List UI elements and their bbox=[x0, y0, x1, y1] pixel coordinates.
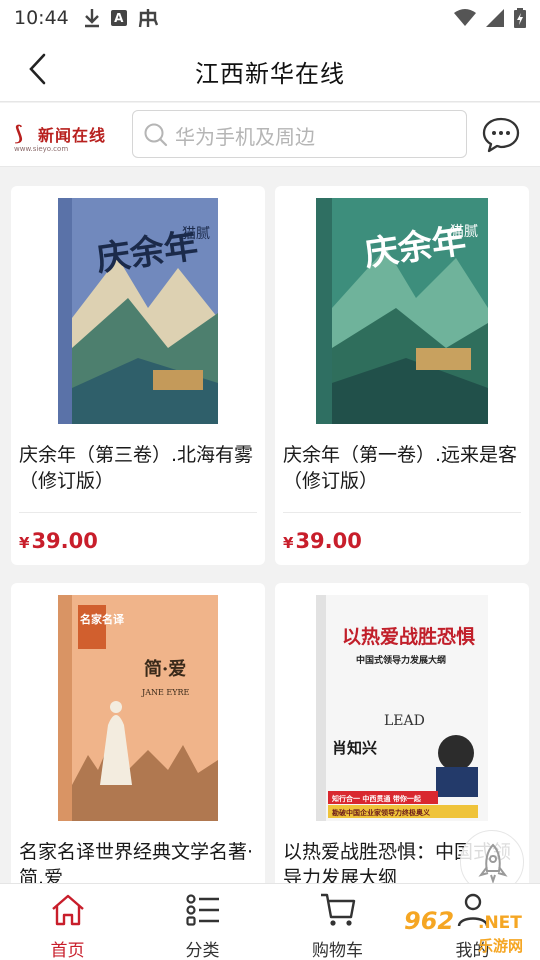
nav-label: 首页 bbox=[50, 941, 85, 960]
chat-bubble-icon bbox=[482, 117, 520, 153]
watermark-number: 962 bbox=[404, 907, 455, 935]
cover-author: JANE EYRE bbox=[141, 688, 190, 697]
battery-icon bbox=[514, 8, 526, 28]
product-card[interactable]: 庆余年 猫腻 庆余年（第一卷）.远来是客（修订版） ¥39.00 bbox=[275, 186, 529, 565]
nav-item-home[interactable]: 首页 bbox=[0, 884, 135, 960]
logo[interactable]: ⟆ 新闻在线 www.sieyo.com bbox=[14, 119, 112, 155]
page-title: 江西新华在线 bbox=[195, 60, 345, 88]
wifi-icon bbox=[454, 9, 476, 26]
product-card[interactable]: 名家名译 简·爱 JANE EYRE 名家名译世界经典文学名著·简.爱 bbox=[11, 583, 265, 883]
a-box-icon: A bbox=[110, 10, 127, 26]
product-image: 庆余年 猫腻 bbox=[275, 186, 529, 436]
nav-item-cart[interactable]: 购物车 bbox=[270, 884, 405, 960]
app-icon bbox=[138, 9, 158, 28]
book-cover-qingyunian-1: 庆余年 猫腻 bbox=[316, 198, 488, 424]
cart-icon bbox=[320, 893, 355, 926]
product-title: 庆余年（第三卷）.北海有雾（修订版） bbox=[19, 444, 254, 492]
watermark-name: 乐游网 bbox=[478, 937, 524, 955]
book-cover-leadership: 以热爱战胜恐惧 中国式领导力发展大纲 LEAD 肖知兴 知行合一 中西贯通 带你… bbox=[316, 595, 488, 821]
cover-title: 简·爱 bbox=[144, 658, 186, 680]
product-grid: 庆余年 猫腻 庆余年（第三卷）.北海有雾（修订版） ¥39.00 庆余年 猫腻 … bbox=[0, 167, 540, 883]
book-cover-qingyunian-3: 庆余年 猫腻 bbox=[58, 198, 218, 424]
download-icon bbox=[84, 9, 99, 28]
product-image: 名家名译 简·爱 JANE EYRE bbox=[11, 583, 265, 833]
search-row: ⟆ 新闻在线 www.sieyo.com 华为手机及周边 bbox=[0, 103, 540, 167]
nav-item-category[interactable]: 分类 bbox=[135, 884, 270, 960]
search-input[interactable]: 华为手机及周边 bbox=[132, 110, 467, 158]
watermark-domain: .NET bbox=[478, 913, 522, 933]
status-icons-right bbox=[454, 8, 526, 28]
product-image: 庆余年 猫腻 bbox=[11, 186, 265, 436]
home-icon bbox=[51, 894, 84, 926]
price-symbol: ¥ bbox=[19, 534, 30, 552]
product-price: ¥39.00 bbox=[283, 529, 362, 553]
product-card[interactable]: 庆余年 猫腻 庆余年（第三卷）.北海有雾（修订版） ¥39.00 bbox=[11, 186, 265, 565]
status-icons-left: A bbox=[83, 7, 159, 29]
search-icon bbox=[144, 123, 168, 147]
product-title: 名家名译世界经典文学名著·简.爱 bbox=[19, 841, 254, 883]
cover-title: 以热爱战胜恐惧 bbox=[342, 625, 475, 648]
cover-author: 猫腻 bbox=[182, 226, 210, 242]
cover-band-1: 知行合一 中西贯通 带你一起 bbox=[331, 794, 422, 803]
divider bbox=[283, 512, 521, 513]
logo-mark-icon: ⟆ bbox=[14, 121, 24, 145]
price-value: 39.00 bbox=[31, 529, 98, 553]
price-symbol: ¥ bbox=[283, 534, 294, 552]
cover-lead: LEAD bbox=[384, 713, 425, 729]
watermark-logo: 962 .NET 乐游网 bbox=[400, 905, 540, 960]
status-time: 10:44 bbox=[14, 7, 69, 29]
logo-sub: www.sieyo.com bbox=[14, 145, 69, 153]
product-price: ¥39.00 bbox=[19, 529, 98, 553]
cover-subtitle: 中国式领导力发展大纲 bbox=[356, 654, 446, 666]
message-button[interactable] bbox=[481, 115, 521, 155]
nav-label: 购物车 bbox=[312, 941, 363, 960]
status-bar: 10:44 A bbox=[0, 0, 540, 36]
product-title: 庆余年（第一卷）.远来是客（修订版） bbox=[283, 444, 518, 492]
cover-author: 肖知兴 bbox=[332, 739, 377, 757]
list-icon bbox=[185, 894, 219, 926]
title-bar: 江西新华在线 bbox=[0, 36, 540, 102]
product-image: 以热爱战胜恐惧 中国式领导力发展大纲 LEAD 肖知兴 知行合一 中西贯通 带你… bbox=[275, 583, 529, 833]
divider bbox=[19, 512, 257, 513]
nav-label: 分类 bbox=[185, 941, 220, 960]
cover-author: 猫腻 bbox=[450, 224, 478, 240]
cover-badge: 名家名译 bbox=[80, 612, 125, 626]
logo-name: 新闻在线 bbox=[38, 126, 107, 145]
price-value: 39.00 bbox=[295, 529, 362, 553]
cover-band-2: 勘破中国企业家领导力终极奥义 bbox=[332, 808, 431, 817]
signal-icon bbox=[486, 9, 504, 27]
search-placeholder: 华为手机及周边 bbox=[175, 125, 315, 149]
book-cover-jane-eyre: 名家名译 简·爱 JANE EYRE bbox=[58, 595, 218, 821]
